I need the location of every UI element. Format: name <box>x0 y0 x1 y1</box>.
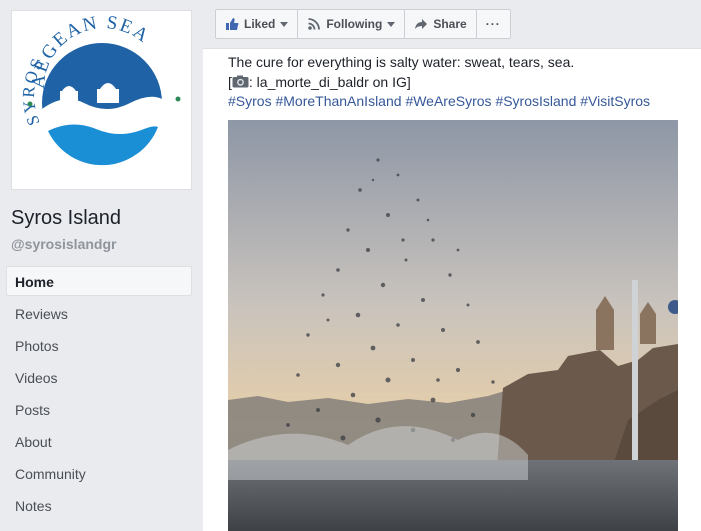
nav-home[interactable]: Home <box>6 266 192 296</box>
left-sidebar: AEGEAN SEA SYROS Syros Island @syrosisla… <box>0 0 203 530</box>
nav-photos[interactable]: Photos <box>6 330 192 362</box>
credit-text: : la_morte_di_baldr on IG] <box>248 73 411 90</box>
camera-icon <box>232 75 249 87</box>
hashtag-link[interactable]: #SyrosIsland <box>495 93 576 109</box>
post-caption: The cure for everything is salty water: … <box>228 54 575 70</box>
chevron-down-icon <box>387 21 396 27</box>
hashtag-link[interactable]: #VisitSyros <box>580 93 650 109</box>
main-content: Liked Following Share ··· The cure for e… <box>203 0 701 531</box>
nav-videos[interactable]: Videos <box>6 362 192 394</box>
thumbs-up-icon <box>226 18 239 30</box>
rss-icon <box>308 18 321 30</box>
post-credit: [ : la_morte_di_baldr on IG] <box>228 73 688 93</box>
page-action-bar: Liked Following Share ··· <box>215 9 511 39</box>
page-navigation: Home Reviews Photos Videos Posts About C… <box>6 266 192 522</box>
sea-splash-photo <box>228 120 678 531</box>
nav-notes[interactable]: Notes <box>6 490 192 522</box>
post-hashtags: #Syros #MoreThanAnIsland #WeAreSyros #Sy… <box>228 92 688 112</box>
nav-posts[interactable]: Posts <box>6 394 192 426</box>
hashtag-link[interactable]: #WeAreSyros <box>405 93 491 109</box>
liked-label: Liked <box>244 17 276 31</box>
post-photo[interactable] <box>228 120 678 531</box>
share-arrow-icon <box>415 19 428 29</box>
nav-reviews[interactable]: Reviews <box>6 298 192 330</box>
page-profile-picture[interactable]: AEGEAN SEA SYROS <box>11 10 192 190</box>
liked-button[interactable]: Liked <box>216 10 299 38</box>
more-options-button[interactable]: ··· <box>477 10 510 38</box>
following-label: Following <box>326 17 383 31</box>
nav-about[interactable]: About <box>6 426 192 458</box>
following-button[interactable]: Following <box>298 10 406 38</box>
hashtag-link[interactable]: #Syros <box>228 93 272 109</box>
more-dots-icon: ··· <box>485 17 501 31</box>
share-label: Share <box>433 17 467 31</box>
hashtag-link[interactable]: #MoreThanAnIsland <box>275 93 401 109</box>
share-button[interactable]: Share <box>405 10 477 38</box>
nav-community[interactable]: Community <box>6 458 192 490</box>
page-name[interactable]: Syros Island <box>11 207 121 230</box>
post-text: The cure for everything is salty water: … <box>228 53 688 112</box>
syros-logo: AEGEAN SEA SYROS <box>19 12 181 171</box>
page-handle[interactable]: @syrosislandgr <box>11 236 116 252</box>
post-card: The cure for everything is salty water: … <box>203 48 701 531</box>
chevron-down-icon <box>280 21 289 27</box>
